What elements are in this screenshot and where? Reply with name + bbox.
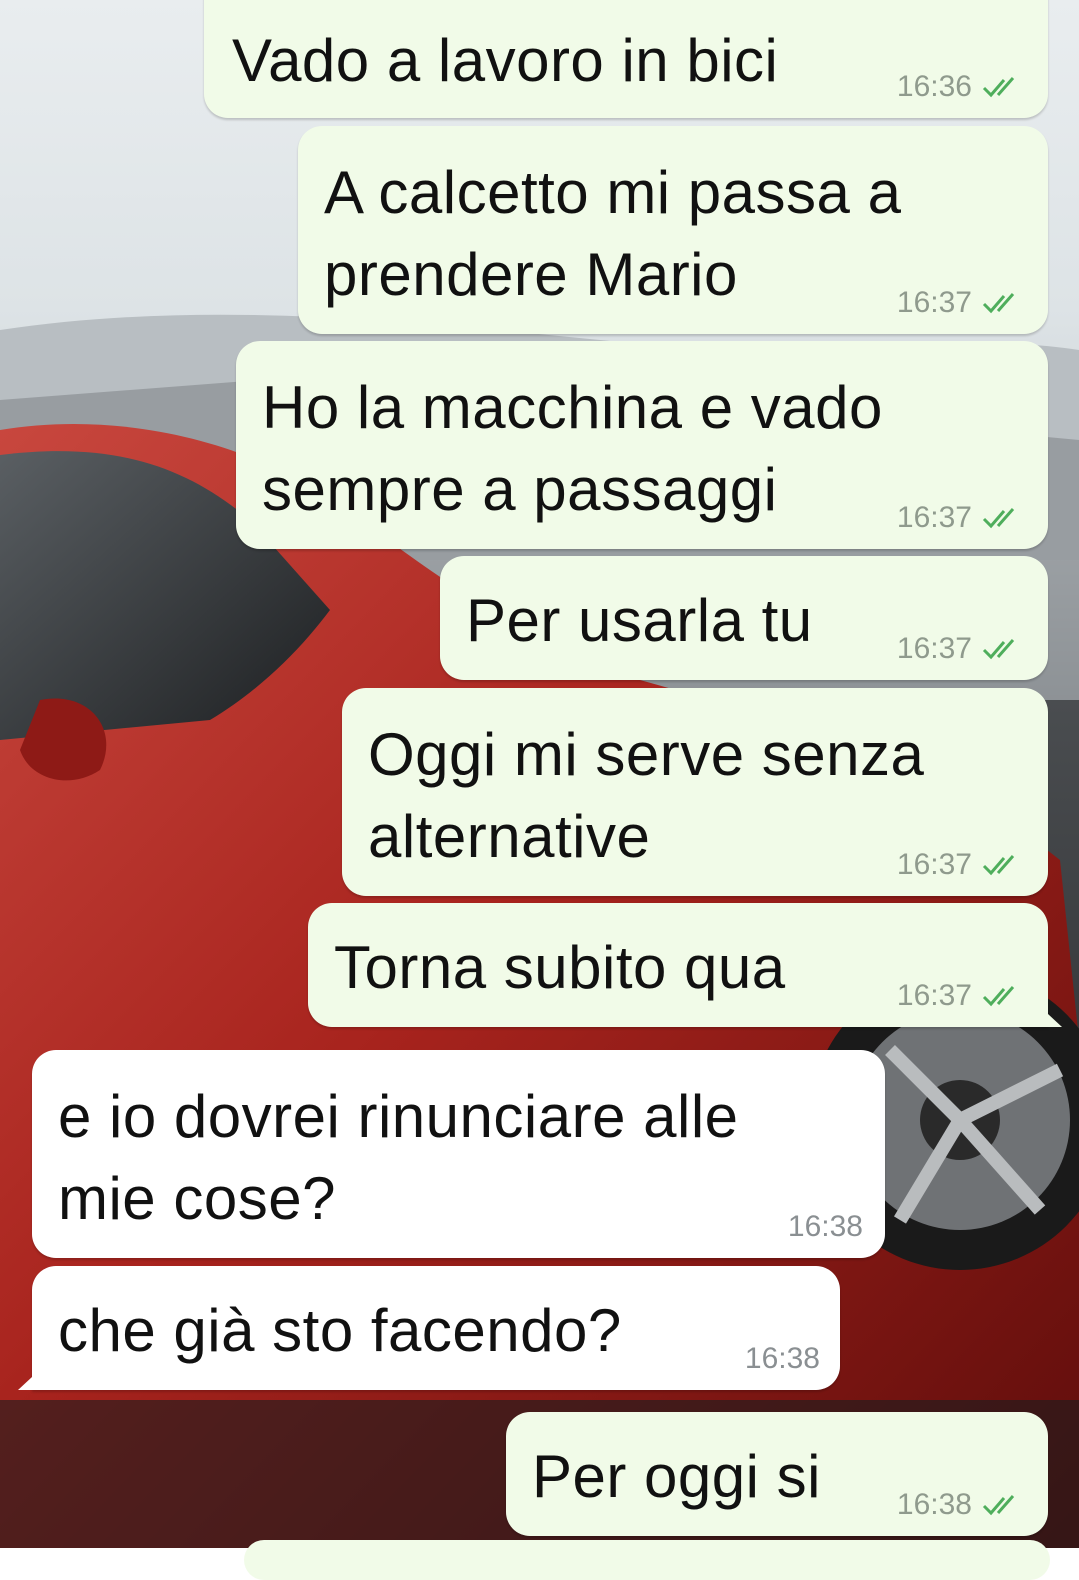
message-text: Per oggi si [532, 1443, 821, 1510]
message-meta: 16:38 [897, 1488, 1026, 1522]
message-bubble-outgoing[interactable]: Per usarla tu 16:37 [440, 556, 1048, 680]
double-check-icon [982, 1495, 1015, 1516]
message-meta: 16:37 [897, 501, 1026, 535]
message-bubble-incoming[interactable]: e io dovrei rinunciare alle mie cose? 16… [32, 1050, 885, 1258]
message-meta: 16:37 [897, 632, 1026, 666]
message-text: Per usarla tu [466, 587, 813, 654]
message-text: Torna subito qua [334, 934, 786, 1001]
message-meta: 16:37 [897, 979, 1026, 1013]
message-meta: 16:38 [745, 1342, 820, 1376]
double-check-icon [982, 508, 1015, 529]
message-time: 16:37 [896, 632, 972, 665]
bubble-tail [1034, 1001, 1062, 1027]
double-check-icon [982, 855, 1015, 876]
double-check-icon [982, 986, 1015, 1007]
double-check-icon [982, 293, 1015, 314]
message-text: che già sto facendo? [58, 1297, 622, 1364]
message-text-line: A calcetto mi passa a [324, 159, 902, 226]
message-bubble-outgoing[interactable]: Vado a lavoro in bici 16:36 [204, 0, 1048, 118]
message-bubble-outgoing[interactable]: Per oggi si 16:38 [506, 1412, 1048, 1536]
message-meta: 16:38 [788, 1210, 863, 1244]
message-time: 16:38 [744, 1342, 820, 1375]
message-meta: 16:37 [897, 848, 1026, 882]
bubble-tail [18, 1364, 46, 1390]
message-bubble-partial [244, 1540, 1050, 1580]
message-text-line: sempre a passaggi [262, 456, 778, 523]
message-time: 16:38 [787, 1210, 863, 1243]
message-text-line: mie cose? [58, 1165, 336, 1232]
message-meta: 16:36 [897, 70, 1026, 104]
message-bubble-outgoing[interactable]: Oggi mi serve senza alternative 16:37 [342, 688, 1048, 896]
message-text-line: prendere Mario [324, 241, 738, 308]
message-meta: 16:37 [897, 286, 1026, 320]
message-time: 16:36 [896, 70, 972, 103]
message-bubble-incoming[interactable]: che già sto facendo? 16:38 [18, 1266, 840, 1390]
message-bubble-outgoing[interactable]: A calcetto mi passa a prendere Mario 16:… [298, 126, 1048, 334]
message-time: 16:37 [896, 979, 972, 1012]
message-time: 16:37 [896, 848, 972, 881]
double-check-icon [982, 639, 1015, 660]
message-text: Vado a lavoro in bici [232, 27, 779, 94]
message-text-line: Oggi mi serve senza [368, 721, 925, 788]
message-time: 16:37 [896, 286, 972, 319]
message-time: 16:38 [896, 1488, 972, 1521]
message-bubble-outgoing[interactable]: Ho la macchina e vado sempre a passaggi … [236, 341, 1048, 549]
message-time: 16:37 [896, 501, 972, 534]
message-bubble-outgoing[interactable]: Torna subito qua 16:37 [308, 903, 1062, 1027]
message-text-line: alternative [368, 803, 651, 870]
double-check-icon [982, 77, 1015, 98]
message-text-line: Ho la macchina e vado [262, 374, 883, 441]
message-text-line: e io dovrei rinunciare alle [58, 1083, 739, 1150]
